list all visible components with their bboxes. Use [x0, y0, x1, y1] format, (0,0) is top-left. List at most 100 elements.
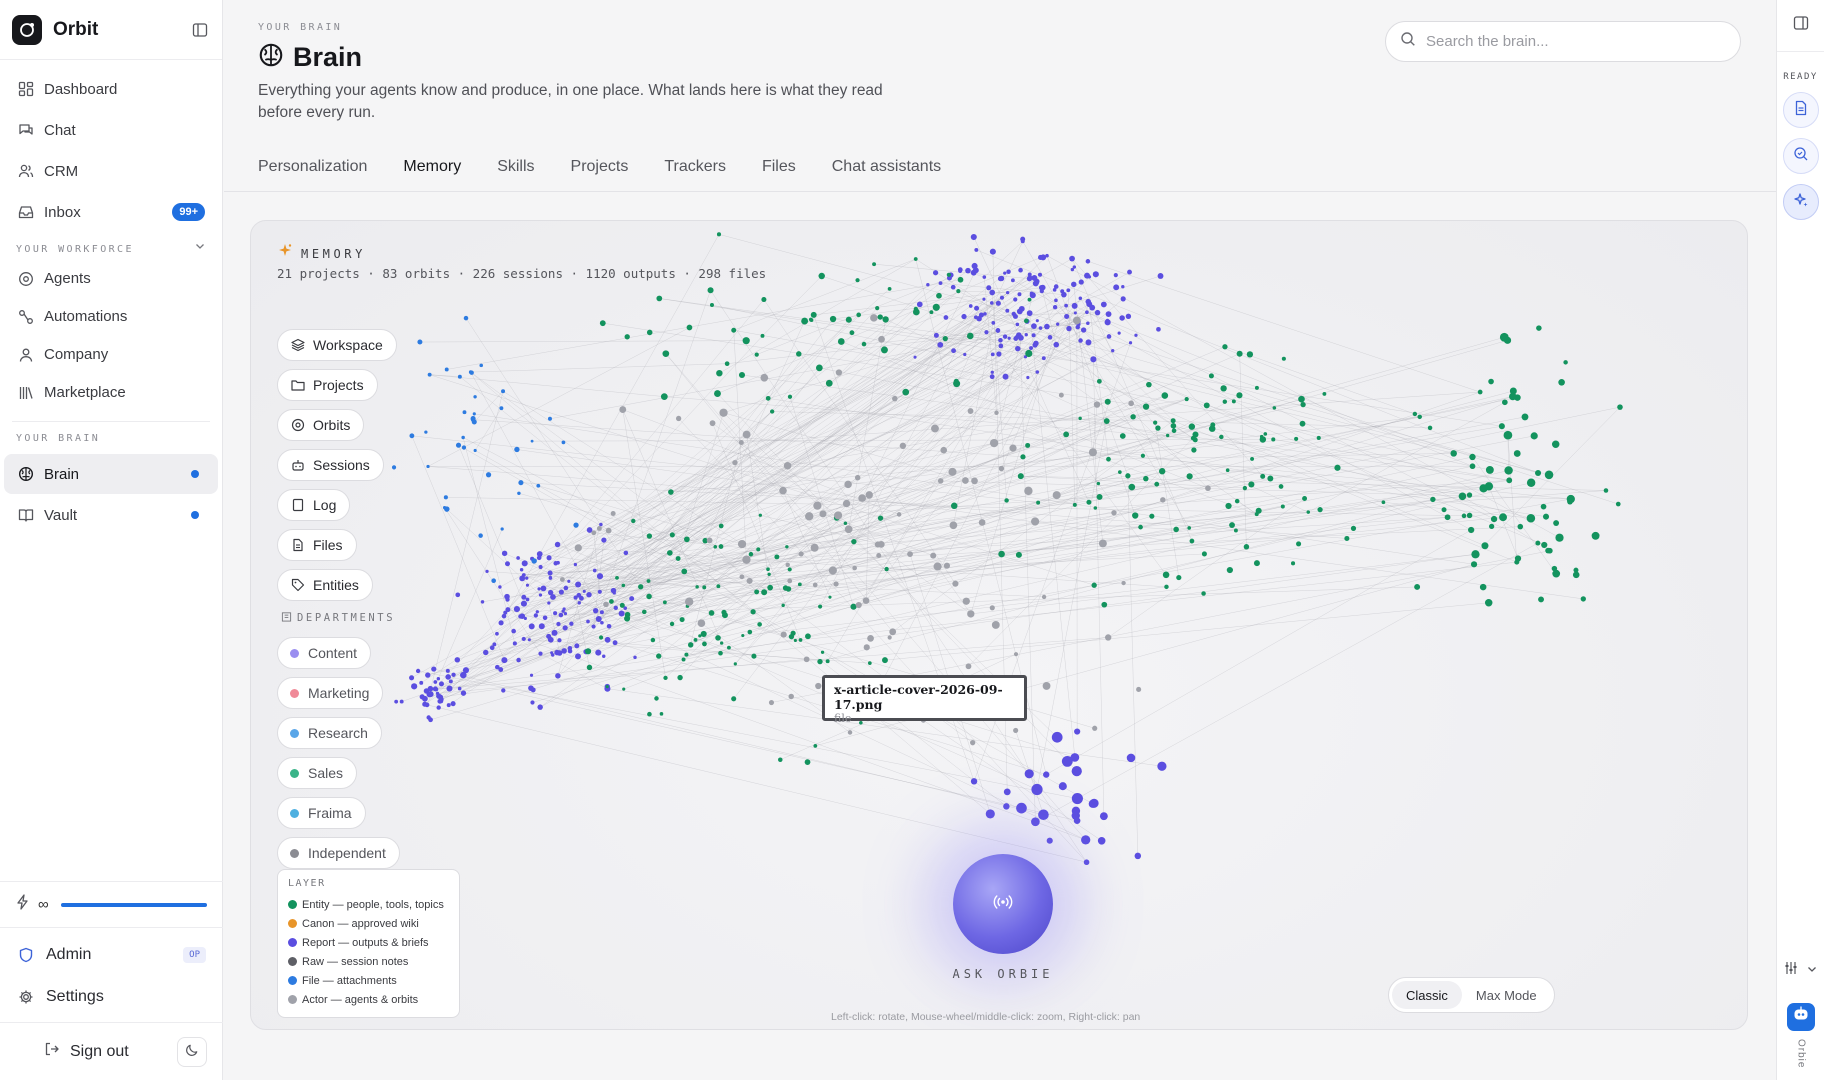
graph-node[interactable]: [1089, 798, 1099, 808]
nav-automations[interactable]: Automations: [4, 298, 218, 335]
graph-node[interactable]: [1052, 304, 1058, 310]
graph-node[interactable]: [815, 682, 822, 690]
graph-node[interactable]: [445, 674, 451, 680]
graph-node[interactable]: [833, 581, 839, 587]
graph-node[interactable]: [1075, 324, 1080, 330]
graph-node[interactable]: [966, 332, 974, 340]
graph-node[interactable]: [1066, 288, 1071, 293]
graph-node[interactable]: [1173, 526, 1179, 533]
graph-node[interactable]: [1444, 514, 1451, 521]
graph-node[interactable]: [1545, 547, 1551, 554]
nav-brain[interactable]: Brain: [4, 454, 218, 494]
graph-node[interactable]: [1078, 416, 1082, 421]
graph-node[interactable]: [1573, 567, 1579, 573]
graph-node[interactable]: [448, 679, 453, 684]
sidebar-collapse-icon[interactable]: [190, 20, 210, 40]
graph-node[interactable]: [946, 272, 951, 277]
graph-node[interactable]: [554, 541, 561, 548]
graph-node[interactable]: [537, 587, 541, 591]
graph-node[interactable]: [1164, 584, 1169, 590]
graph-node[interactable]: [540, 585, 547, 592]
graph-node[interactable]: [559, 577, 565, 582]
graph-node[interactable]: [1013, 652, 1019, 657]
dept-research[interactable]: Research: [277, 717, 382, 749]
graph-node[interactable]: [1064, 313, 1070, 319]
graph-node[interactable]: [558, 589, 564, 595]
graph-node[interactable]: [432, 686, 438, 692]
graph-node[interactable]: [1051, 731, 1063, 743]
graph-node[interactable]: [1544, 470, 1554, 480]
graph-node[interactable]: [700, 630, 707, 637]
dept-sales[interactable]: Sales: [277, 757, 358, 789]
graph-node[interactable]: [480, 600, 485, 604]
graph-node[interactable]: [553, 611, 558, 616]
graph-node[interactable]: [1093, 506, 1098, 510]
graph-node[interactable]: [498, 585, 502, 589]
graph-node[interactable]: [998, 337, 1003, 343]
graph-node[interactable]: [1134, 333, 1138, 337]
graph-node[interactable]: [1034, 278, 1040, 284]
graph-node[interactable]: [1186, 473, 1193, 480]
graph-node[interactable]: [586, 664, 593, 671]
graph-node[interactable]: [760, 373, 769, 382]
graph-node[interactable]: [783, 462, 792, 470]
graph-node[interactable]: [844, 480, 852, 489]
graph-node[interactable]: [656, 295, 663, 302]
graph-node[interactable]: [1248, 481, 1255, 488]
graph-node[interactable]: [1170, 418, 1176, 424]
graph-node[interactable]: [889, 628, 897, 636]
nav-marketplace[interactable]: Marketplace: [4, 374, 218, 411]
graph-node[interactable]: [1009, 444, 1017, 452]
graph-node[interactable]: [536, 483, 541, 488]
graph-node[interactable]: [516, 657, 521, 663]
graph-node[interactable]: [984, 330, 989, 335]
graph-node[interactable]: [1111, 510, 1117, 516]
graph-node[interactable]: [681, 568, 688, 575]
graph-node[interactable]: [818, 604, 823, 609]
graph-node[interactable]: [1170, 423, 1177, 429]
chevron-down-icon[interactable]: [194, 240, 206, 255]
graph-node[interactable]: [419, 680, 424, 685]
graph-node[interactable]: [498, 667, 504, 672]
graph-node[interactable]: [916, 301, 923, 308]
graph-node[interactable]: [646, 593, 652, 600]
graph-node[interactable]: [479, 363, 484, 368]
graph-node[interactable]: [766, 567, 770, 572]
graph-node[interactable]: [847, 730, 853, 735]
graph-node[interactable]: [575, 653, 581, 660]
graph-node[interactable]: [989, 374, 995, 380]
graph-node[interactable]: [623, 550, 629, 556]
graph-node[interactable]: [1026, 310, 1033, 317]
graph-node[interactable]: [929, 310, 934, 315]
graph-node[interactable]: [849, 330, 855, 336]
graph-node[interactable]: [930, 552, 937, 559]
graph-node[interactable]: [803, 656, 810, 663]
graph-node[interactable]: [1035, 370, 1040, 374]
filter-files[interactable]: Files: [277, 529, 357, 561]
graph-node[interactable]: [1088, 448, 1097, 457]
graph-node[interactable]: [732, 459, 738, 466]
graph-node[interactable]: [1096, 378, 1102, 384]
graph-node[interactable]: [1526, 478, 1536, 487]
graph-node[interactable]: [500, 527, 504, 531]
graph-node[interactable]: [1189, 538, 1195, 544]
graph-node[interactable]: [936, 292, 942, 299]
graph-node[interactable]: [1025, 442, 1031, 448]
graph-node[interactable]: [877, 515, 884, 521]
graph-node[interactable]: [1105, 634, 1112, 641]
graph-node[interactable]: [591, 624, 596, 629]
graph-node[interactable]: [989, 438, 999, 448]
graph-node[interactable]: [951, 348, 956, 354]
graph-node[interactable]: [1156, 327, 1161, 332]
graph-node[interactable]: [718, 544, 724, 549]
graph-node[interactable]: [1118, 470, 1122, 474]
tab-trackers[interactable]: Trackers: [664, 158, 726, 184]
graph-node[interactable]: [938, 281, 943, 286]
graph-node[interactable]: [504, 593, 510, 600]
graph-node[interactable]: [669, 532, 675, 538]
graph-node[interactable]: [647, 711, 652, 717]
graph-node[interactable]: [1023, 318, 1029, 324]
graph-node[interactable]: [1071, 806, 1081, 816]
graph-node[interactable]: [880, 346, 888, 354]
graph-node[interactable]: [436, 705, 441, 710]
